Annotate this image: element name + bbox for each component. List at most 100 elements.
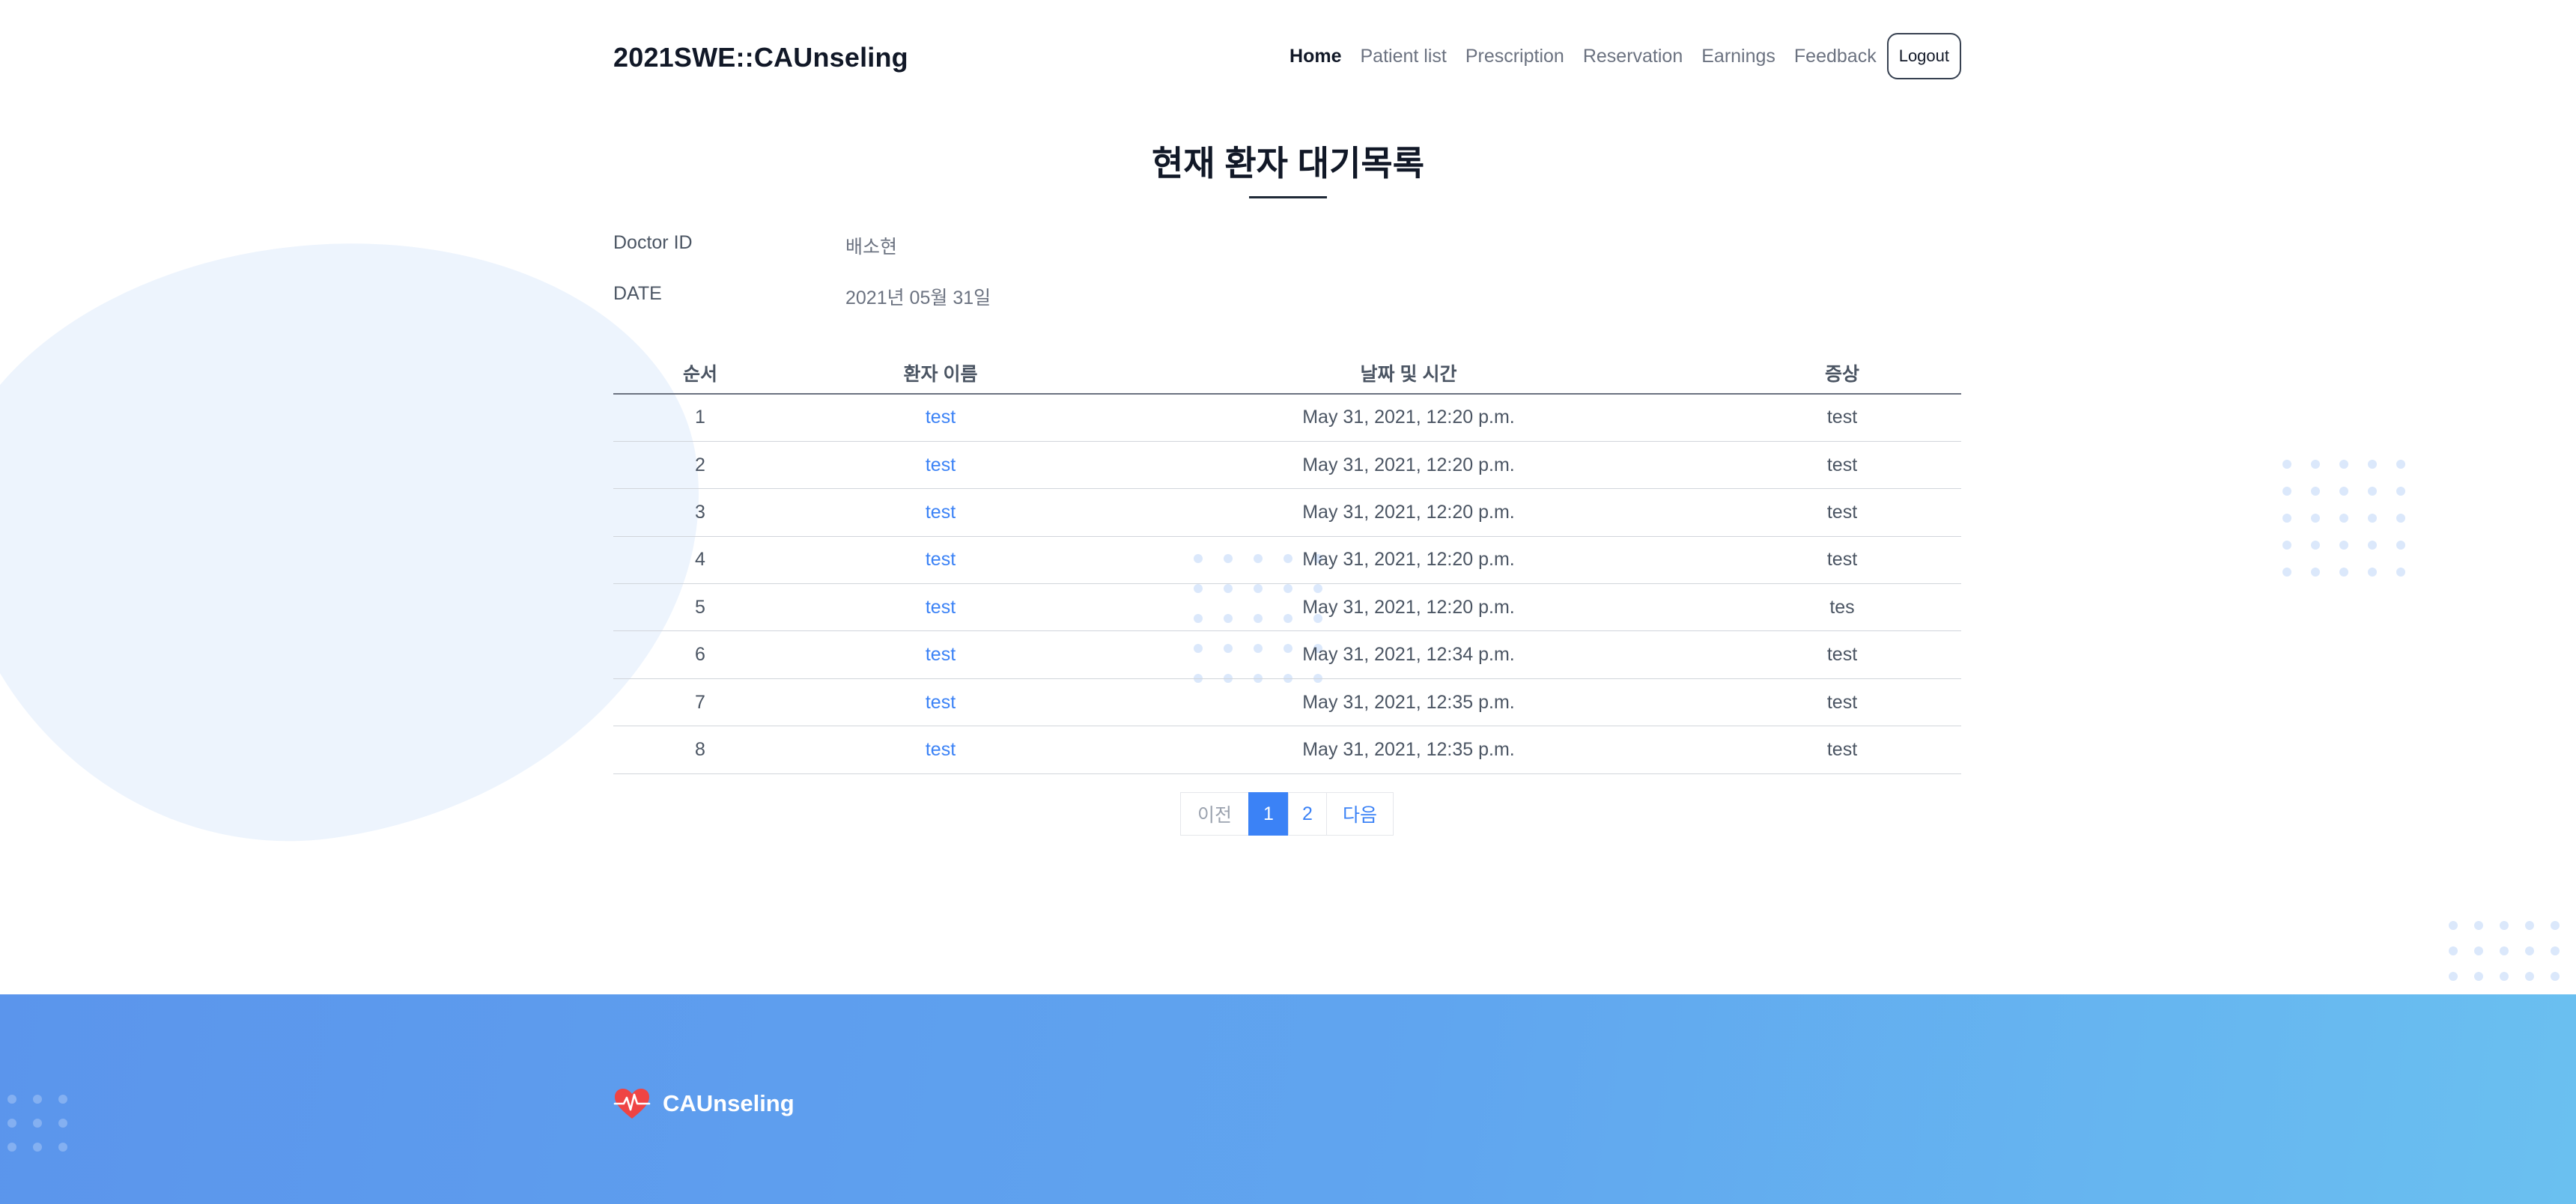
- table-row: 2 test May 31, 2021, 12:20 p.m. test: [613, 441, 1961, 490]
- table-row: 1 test May 31, 2021, 12:20 p.m. test: [613, 394, 1961, 442]
- decorative-dots-footer: [7, 1095, 67, 1152]
- decorative-dot: [58, 1119, 67, 1128]
- site-header: 2021SWE::CAUnseling Home Patient list Pr…: [613, 33, 1961, 82]
- decorative-dot: [2311, 514, 2320, 523]
- table-row: 4 test May 31, 2021, 12:20 p.m. test: [613, 536, 1961, 585]
- cell-symptom: test: [1723, 630, 1961, 679]
- pagination-next-button[interactable]: 다음: [1326, 792, 1394, 836]
- decorative-dot: [2282, 460, 2291, 469]
- cell-symptom: test: [1723, 441, 1961, 490]
- nav-patient-list[interactable]: Patient list: [1360, 46, 1446, 67]
- cell-datetime: May 31, 2021, 12:20 p.m.: [1094, 394, 1723, 442]
- doctor-id-value: 배소현: [845, 237, 898, 258]
- decorative-dot: [2525, 972, 2534, 981]
- date-label: DATE: [613, 283, 662, 304]
- cell-symptom: test: [1723, 678, 1961, 727]
- decorative-dot: [2368, 541, 2377, 550]
- decorative-dot: [2500, 946, 2509, 955]
- patient-name-link[interactable]: test: [787, 488, 1094, 537]
- decorative-dot: [2311, 568, 2320, 577]
- column-header-datetime: 날짜 및 시간: [1094, 352, 1723, 395]
- decorative-dot: [7, 1095, 16, 1104]
- decorative-dot: [2339, 487, 2348, 496]
- cell-symptom: test: [1723, 536, 1961, 585]
- decorative-dot: [2449, 946, 2458, 955]
- decorative-dot: [7, 1119, 16, 1128]
- decorative-dot: [33, 1095, 42, 1104]
- decorative-dot: [2282, 568, 2291, 577]
- decorative-dot: [2474, 972, 2483, 981]
- decorative-dot: [2368, 460, 2377, 469]
- column-header-order: 순서: [613, 352, 787, 395]
- page-title: 현재 환자 대기목록: [1151, 144, 1425, 183]
- main-nav: Home Patient list Prescription Reservati…: [1271, 33, 1961, 79]
- footer-brand-name: CAUnseling: [663, 1090, 795, 1116]
- table-row: 8 test May 31, 2021, 12:35 p.m. test: [613, 726, 1961, 774]
- cell-datetime: May 31, 2021, 12:20 p.m.: [1094, 536, 1723, 585]
- cell-datetime: May 31, 2021, 12:20 p.m.: [1094, 583, 1723, 632]
- cell-symptom: tes: [1723, 583, 1961, 632]
- logout-button[interactable]: Logout: [1886, 33, 1961, 79]
- decorative-dot: [2311, 541, 2320, 550]
- nav-prescription[interactable]: Prescription: [1465, 46, 1564, 67]
- decorative-dot: [7, 1143, 16, 1152]
- decorative-dot: [2396, 568, 2405, 577]
- decorative-dot: [2368, 514, 2377, 523]
- patient-name-link[interactable]: test: [787, 726, 1094, 774]
- nav-earnings[interactable]: Earnings: [1701, 46, 1775, 67]
- cell-order: 8: [613, 726, 787, 774]
- cell-order: 4: [613, 536, 787, 585]
- nav-reservation[interactable]: Reservation: [1583, 46, 1683, 67]
- patient-name-link[interactable]: test: [787, 394, 1094, 442]
- decorative-dot: [2500, 972, 2509, 981]
- decorative-dot: [2339, 514, 2348, 523]
- table-row: 6 test May 31, 2021, 12:34 p.m. test: [613, 630, 1961, 679]
- decorative-dot: [33, 1143, 42, 1152]
- patient-name-link[interactable]: test: [787, 536, 1094, 585]
- decorative-dot: [2449, 921, 2458, 930]
- patient-name-link[interactable]: test: [787, 630, 1094, 679]
- pagination-page-2[interactable]: 2: [1288, 792, 1327, 836]
- waiting-list-table-wrap: 순서 환자 이름 날짜 및 시간 증상 1 test May 31, 2021,…: [613, 352, 1961, 774]
- decorative-dot: [2339, 568, 2348, 577]
- column-header-symptom: 증상: [1723, 352, 1961, 395]
- nav-feedback[interactable]: Feedback: [1794, 46, 1877, 67]
- decorative-dot: [2339, 541, 2348, 550]
- decorative-dot: [2449, 972, 2458, 981]
- table-row: 7 test May 31, 2021, 12:35 p.m. test: [613, 678, 1961, 727]
- heart-pulse-icon: [613, 1089, 651, 1119]
- decorative-dot: [2551, 921, 2560, 930]
- decorative-dot: [2525, 921, 2534, 930]
- decorative-dot: [2474, 921, 2483, 930]
- cell-order: 3: [613, 488, 787, 537]
- decorative-dot: [2396, 541, 2405, 550]
- patient-name-link[interactable]: test: [787, 441, 1094, 490]
- title-underline: [1249, 196, 1327, 198]
- doctor-id-label: Doctor ID: [613, 232, 693, 253]
- decorative-dot: [33, 1119, 42, 1128]
- decorative-dots-right: [2282, 460, 2405, 577]
- cell-order: 6: [613, 630, 787, 679]
- nav-home[interactable]: Home: [1289, 46, 1341, 67]
- decorative-dot: [2368, 487, 2377, 496]
- decorative-dot: [2525, 946, 2534, 955]
- decorative-dot: [58, 1095, 67, 1104]
- cell-order: 5: [613, 583, 787, 632]
- patient-name-link[interactable]: test: [787, 678, 1094, 727]
- decorative-dot: [2474, 946, 2483, 955]
- date-value: 2021년 05월 31일: [845, 288, 991, 308]
- decorative-dot: [2368, 568, 2377, 577]
- footer-brand[interactable]: CAUnseling: [613, 1087, 795, 1120]
- waiting-list-table: 순서 환자 이름 날짜 및 시간 증상 1 test May 31, 2021,…: [613, 352, 1961, 774]
- pagination-prev-button[interactable]: 이전: [1180, 792, 1249, 836]
- decorative-dot: [2282, 487, 2291, 496]
- site-brand[interactable]: 2021SWE::CAUnseling: [613, 42, 908, 73]
- decorative-dot: [2396, 460, 2405, 469]
- patient-name-link[interactable]: test: [787, 583, 1094, 632]
- column-header-patient-name: 환자 이름: [787, 352, 1094, 395]
- cell-datetime: May 31, 2021, 12:20 p.m.: [1094, 441, 1723, 490]
- cell-symptom: test: [1723, 488, 1961, 537]
- pagination-page-1[interactable]: 1: [1248, 792, 1289, 836]
- cell-order: 2: [613, 441, 787, 490]
- site-footer: [0, 994, 2576, 1204]
